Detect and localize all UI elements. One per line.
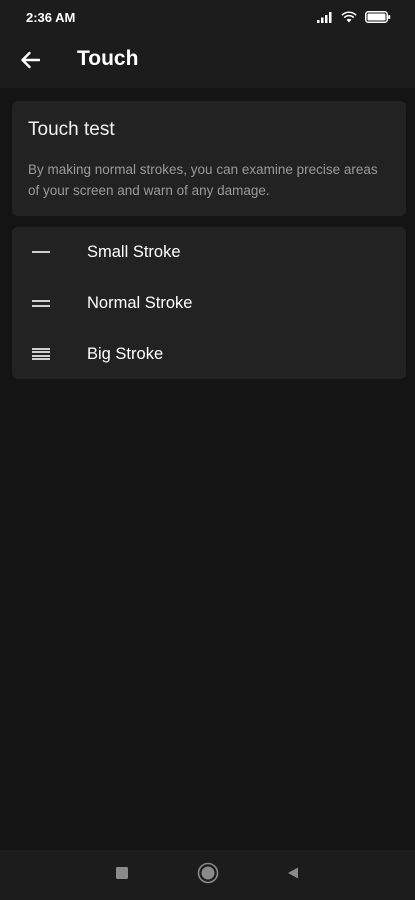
normal-stroke-option[interactable]: Normal Stroke <box>12 278 406 328</box>
status-icons <box>317 11 391 23</box>
back-button[interactable] <box>14 46 46 78</box>
system-back-button[interactable] <box>268 850 318 900</box>
small-stroke-option[interactable]: Small Stroke <box>12 227 406 277</box>
back-triangle-icon <box>286 866 300 885</box>
card-description: By making normal strokes, you can examin… <box>28 162 378 198</box>
navigation-bar <box>0 850 415 900</box>
status-bar: 2:36 AM <box>0 0 415 36</box>
arrow-left-icon <box>20 51 41 74</box>
status-time: 2:36 AM <box>26 10 76 25</box>
stroke-option-label: Normal Stroke <box>87 293 193 312</box>
stroke-option-label: Small Stroke <box>87 242 181 261</box>
small-stroke-icon <box>32 243 50 261</box>
battery-icon <box>365 11 391 23</box>
normal-stroke-icon <box>32 294 50 312</box>
touch-test-card: Touch test By making normal strokes, you… <box>12 101 406 216</box>
big-stroke-icon <box>32 345 50 363</box>
app-bar: Touch <box>0 36 415 88</box>
home-circle-icon <box>197 862 219 889</box>
home-button[interactable] <box>183 850 233 900</box>
card-title: Touch test <box>28 119 115 140</box>
stroke-option-label: Big Stroke <box>87 344 164 363</box>
touch-screen: 2:36 AM Touch Touch test By making norma… <box>0 0 415 900</box>
recents-button[interactable] <box>97 850 147 900</box>
wifi-icon <box>341 11 357 23</box>
signal-icon <box>317 11 333 23</box>
stroke-options-list: Small Stroke Normal Stroke Big Stroke <box>12 227 406 379</box>
recents-square-icon <box>115 866 129 885</box>
big-stroke-option[interactable]: Big Stroke <box>12 329 406 379</box>
page-title: Touch <box>77 47 139 70</box>
